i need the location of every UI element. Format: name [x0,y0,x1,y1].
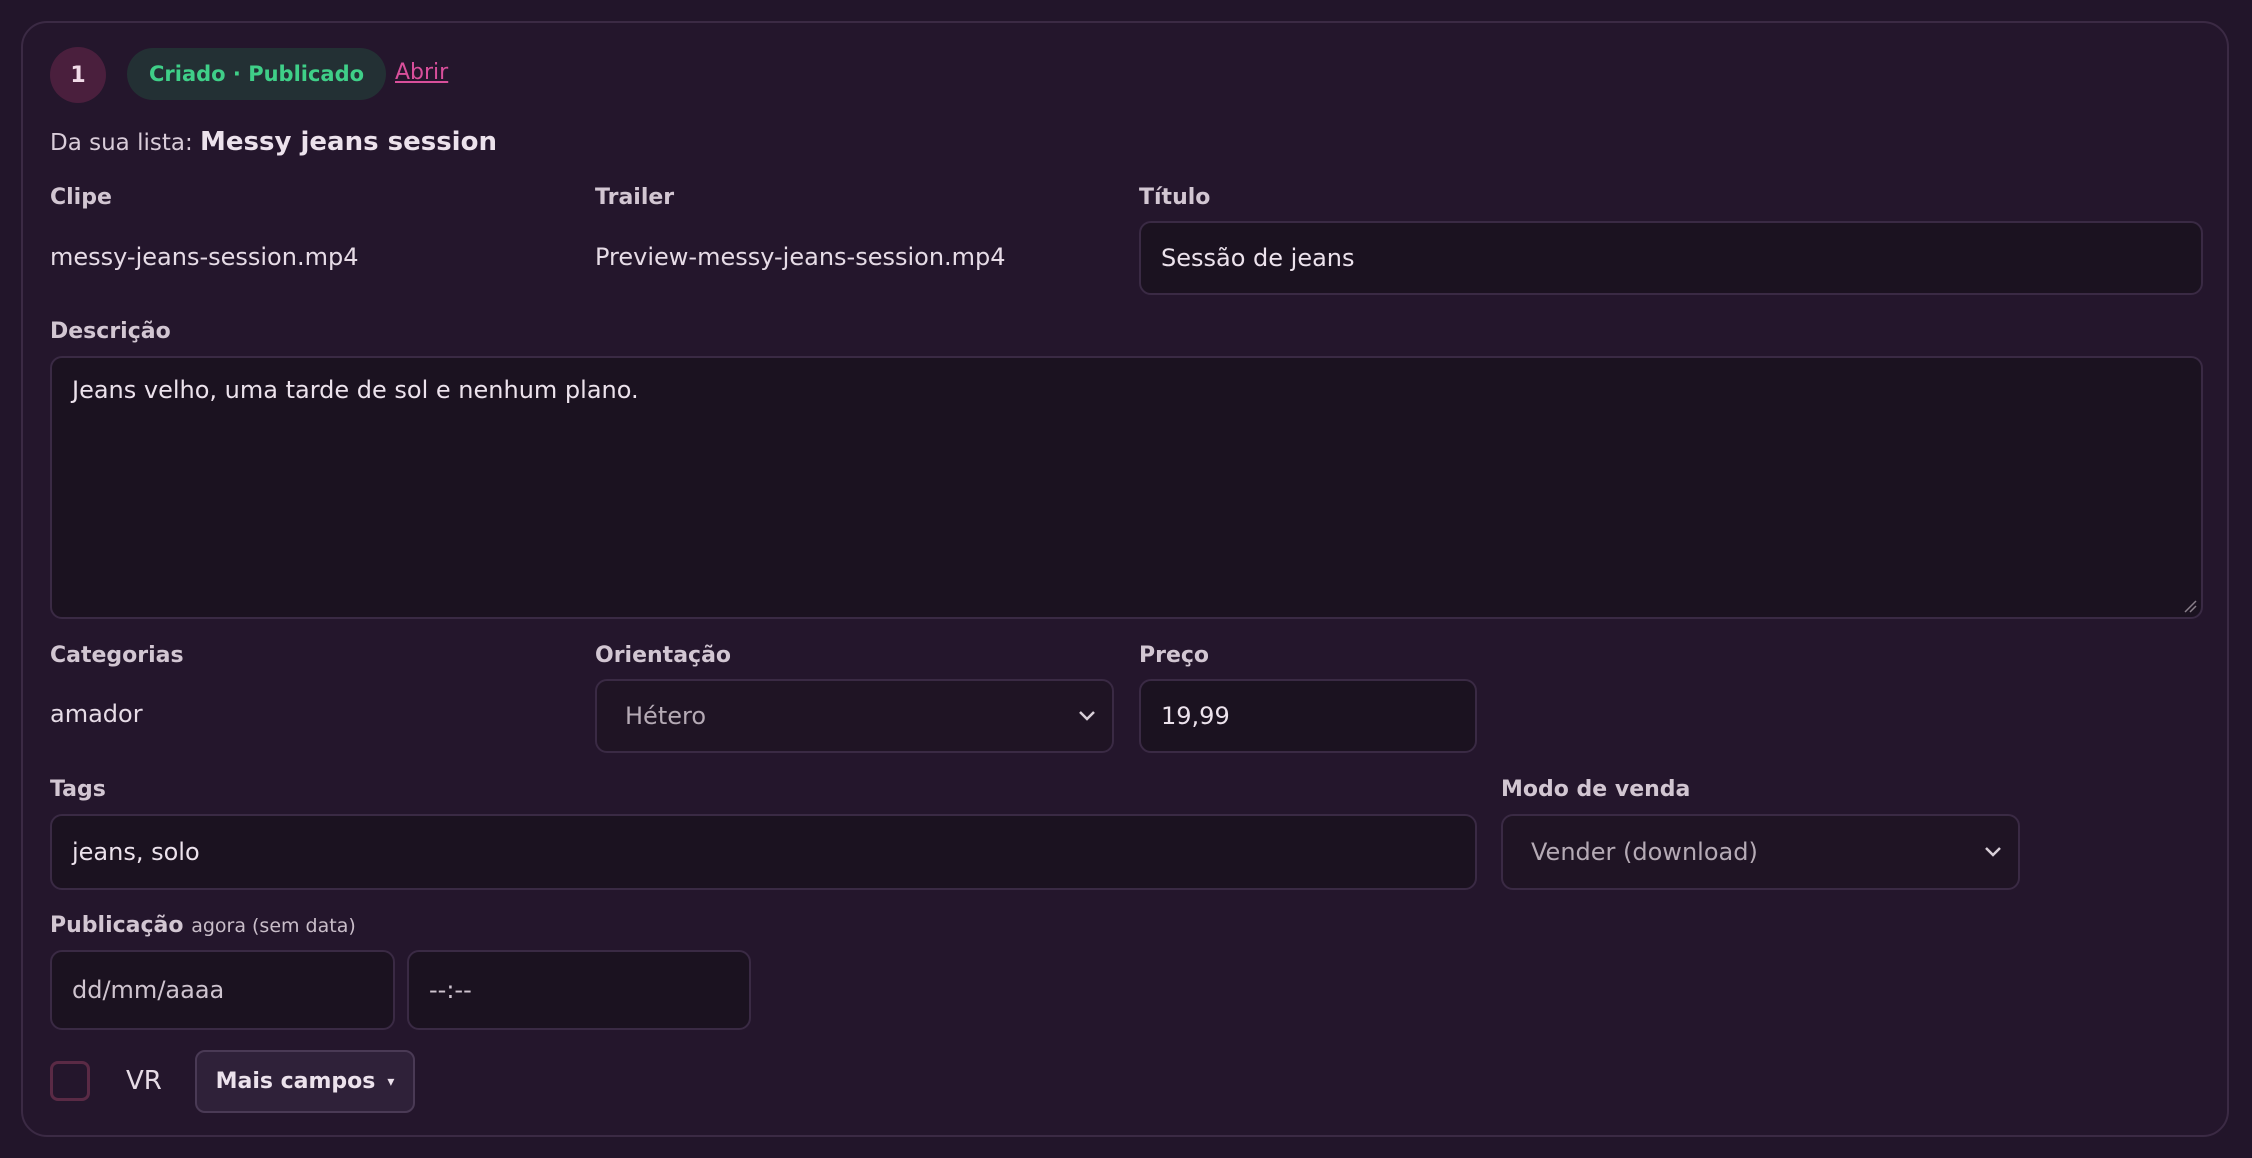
orientation-label: Orientação [595,643,732,668]
trailer-label: Trailer [595,185,675,210]
clip-label: Clipe [50,185,112,210]
description-text: Jeans velho, uma tarde de sol e nenhum p… [72,376,639,404]
list-source: Da sua lista: Messy jeans session [50,127,497,157]
trailer-filename: Preview-messy-jeans-session.mp4 [595,243,1006,271]
publication-hint: agora (sem data) [191,915,356,937]
publication-label: Publicação agora (sem data) [50,913,356,938]
chevron-down-icon [1985,847,2001,857]
open-link[interactable]: Abrir [395,60,448,85]
publication-date-input[interactable]: dd/mm/aaaa [50,950,395,1030]
orientation-selected: Hétero [625,702,707,730]
vr-label: VR [126,1066,162,1096]
resize-grip-icon[interactable] [2183,599,2197,613]
categories-value: amador [50,700,143,728]
sale-mode-label: Modo de venda [1501,777,1691,802]
tags-input[interactable]: jeans, solo [50,814,1477,890]
sale-mode-selected: Vender (download) [1531,838,1758,866]
title-input[interactable]: Sessão de jeans [1139,221,2203,295]
more-fields-label: Mais campos [215,1069,376,1094]
list-prefix: Da sua lista: [50,130,193,156]
clip-filename: messy-jeans-session.mp4 [50,243,359,271]
status-badge: Criado · Publicado [127,48,387,100]
description-label: Descrição [50,319,171,344]
title-label: Título [1139,185,1211,210]
publication-time-input[interactable]: --:-- [407,950,751,1030]
publication-label-text: Publicação [50,913,184,938]
caret-down-icon: ▾ [387,1073,395,1090]
price-label: Preço [1139,643,1210,668]
categories-label: Categorias [50,643,184,668]
chevron-down-icon [1079,711,1095,721]
vr-checkbox[interactable] [50,1061,90,1101]
sale-mode-select[interactable]: Vender (download) [1501,814,2020,890]
orientation-select[interactable]: Hétero [595,679,1114,753]
list-name: Messy jeans session [200,127,497,157]
more-fields-button[interactable]: Mais campos ▾ [195,1050,415,1113]
description-textarea[interactable]: Jeans velho, uma tarde de sol e nenhum p… [50,356,2203,619]
tags-label: Tags [50,777,106,802]
item-number-badge: 1 [50,47,106,103]
price-input[interactable]: 19,99 [1139,679,1477,753]
